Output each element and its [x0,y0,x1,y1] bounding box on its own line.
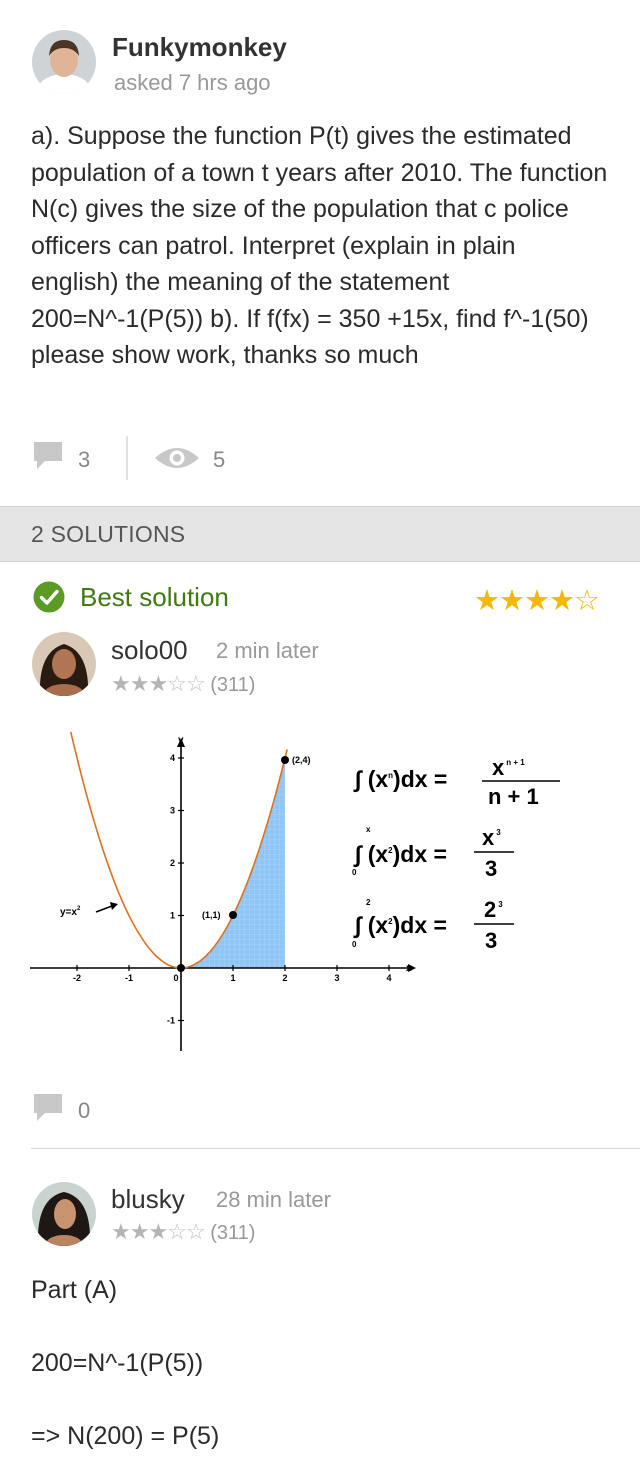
svg-text:23: 23 [484,897,503,922]
svg-text:3: 3 [485,856,497,881]
star-filled-icon[interactable]: ★ [549,583,575,618]
star-filled-icon: ★ [111,1219,131,1244]
y-tick-label: 4 [170,753,175,763]
point-label-2-4: (2,4) [292,755,311,765]
svg-text:∫ (x2)dx =: ∫ (x2)dx = [353,912,447,939]
best-solution-label: Best solution [80,582,229,612]
answer-line: Part (A) [31,1276,118,1304]
solutions-count-label: 2 SOLUTIONS [31,521,186,547]
solution-author[interactable]: solo00 [111,635,188,666]
avatar[interactable] [32,1182,96,1246]
avatar[interactable] [32,632,96,696]
svg-text:2: 2 [366,898,371,907]
star-filled-icon: ★ [148,1219,168,1244]
svg-text:∫ (x2)dx =: ∫ (x2)dx = [353,841,447,868]
point-label-1-1: (1,1) [202,910,221,920]
solution-graph-image: y x -2 -1 0 1 2 3 4 4321-1 (2,4) (1,1) y=x2 ∫ … [30,731,560,1051]
point-1-1 [229,911,237,919]
y-tick-label: -1 [167,1016,175,1026]
formula-integral-2: 2 0 ∫ (x2)dx = 23 3 [352,897,514,953]
star-filled-icon[interactable]: ★ [474,583,500,618]
view-count: 5 [213,447,226,472]
star-filled-icon[interactable]: ★ [524,583,550,618]
svg-text:x3: x3 [482,825,501,850]
solution-divider [31,1148,640,1149]
formula-power-rule: ∫ (xn)dx = xn + 1 n + 1 [353,755,560,809]
curve-label: y=x2 [60,906,81,918]
solution-author[interactable]: blusky [111,1184,185,1215]
star-empty-icon: ☆ [167,1219,187,1244]
check-circle-icon [33,581,65,613]
x-tick-label: 4 [386,973,391,983]
avatar-photo [32,1182,96,1246]
x-tick-label: 3 [334,973,339,983]
avatar[interactable] [32,30,96,94]
y-tick-label: 1 [170,911,175,921]
author-rating-count: (311) [210,674,256,696]
solution-time: 28 min later [216,1187,331,1212]
question-author[interactable]: Funkymonkey [112,32,287,63]
svg-text:∫ (xn)dx =: ∫ (xn)dx = [353,766,447,793]
x-axis-label: x [406,963,412,974]
comment-icon[interactable] [32,1092,64,1124]
point-origin [177,964,185,972]
author-rating-count: (311) [210,1222,256,1244]
asked-time: asked 7 hrs ago [114,70,271,95]
star-empty-icon: ☆ [167,671,187,696]
answer-line: 200=N^-1(P(5)) [31,1349,204,1377]
stats-divider [126,436,128,480]
shaded-area [181,758,285,968]
answer-line: => N(200) = P(5) [31,1422,220,1450]
avatar-photo [32,632,96,696]
svg-text:0: 0 [352,868,357,877]
y-tick-label: 2 [170,858,175,868]
x-tick-label: -1 [125,973,133,983]
point-2-4 [281,756,289,764]
comment-count: 0 [78,1098,91,1123]
x-tick-label: 0 [173,973,178,983]
formula-integral-x: x 0 ∫ (x2)dx = x3 3 [352,825,514,881]
solution-time: 2 min later [216,638,319,663]
comment-count: 3 [78,447,91,472]
author-rating: ★★★☆☆ (311) [111,671,255,697]
svg-text:x: x [366,825,371,834]
author-rating: ★★★☆☆ (311) [111,1219,255,1245]
comment-icon[interactable] [32,440,64,472]
star-empty-icon: ☆ [185,1219,206,1244]
svg-text:xn + 1: xn + 1 [492,755,525,780]
star-filled-icon: ★ [111,671,131,696]
x-tick-label: -2 [73,973,81,983]
eye-icon [155,448,199,468]
solution-rating-stars[interactable]: ★★★★☆ [474,583,600,618]
star-empty-icon: ☆ [185,671,206,696]
solutions-header: 2 SOLUTIONS [0,506,640,562]
star-empty-icon[interactable]: ☆ [574,583,600,618]
star-filled-icon: ★ [129,671,150,696]
svg-text:0: 0 [352,940,357,949]
y-axis-label: y [178,735,184,746]
avatar-photo [32,30,96,94]
svg-text:3: 3 [485,928,497,953]
question-text: a). Suppose the function P(t) gives the … [31,122,608,369]
y-tick-label: 3 [170,806,175,816]
svg-text:n + 1: n + 1 [488,784,539,809]
x-tick-label: 1 [230,973,235,983]
star-filled-icon: ★ [148,671,168,696]
star-filled-icon[interactable]: ★ [499,583,525,618]
x-tick-label: 2 [282,973,287,983]
star-filled-icon: ★ [129,1219,150,1244]
